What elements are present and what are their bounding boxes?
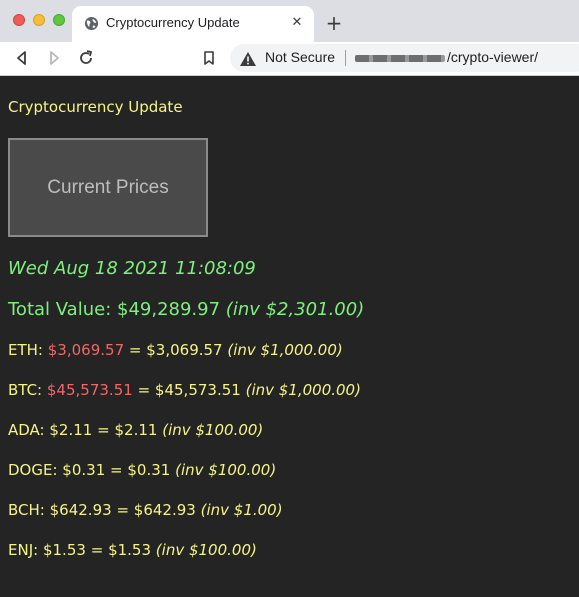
coin-row: ADA: $2.11 = $2.11 (inv $100.00): [8, 421, 263, 439]
coin-symbol: ETH:: [8, 341, 43, 359]
coin-invested: (inv $100.00): [155, 541, 257, 559]
coin-equals: =: [97, 421, 110, 439]
total-value: Total Value: $49,289.97 (inv $2,301.00): [8, 299, 364, 320]
coin-value: $642.93: [133, 501, 196, 519]
browser-tab-bar: Cryptocurrency Update ✕ +: [0, 0, 579, 42]
coin-symbol: ENJ:: [8, 541, 39, 559]
url-path: /crypto-viewer/: [447, 49, 539, 65]
coin-invested: (inv $1.00): [200, 501, 283, 519]
page-title: Cryptocurrency Update: [8, 98, 183, 116]
back-icon[interactable]: [12, 48, 32, 68]
coin-price: $642.93: [49, 501, 112, 519]
window-close-button[interactable]: [13, 14, 25, 26]
bookmark-icon[interactable]: [199, 48, 219, 68]
tab-title: Cryptocurrency Update: [106, 15, 240, 30]
coin-value: $45,573.51: [154, 381, 241, 399]
coin-equals: =: [110, 461, 123, 479]
coin-row: BCH: $642.93 = $642.93 (inv $1.00): [8, 501, 283, 519]
redacted-host: [355, 55, 445, 62]
browser-tab[interactable]: Cryptocurrency Update ✕: [72, 6, 314, 42]
window-zoom-button[interactable]: [53, 14, 65, 26]
coin-symbol: ADA:: [8, 421, 45, 439]
coin-equals: =: [128, 341, 142, 359]
coin-symbol: DOGE:: [8, 461, 58, 479]
globe-icon: [84, 16, 99, 31]
close-icon[interactable]: ✕: [288, 14, 306, 32]
total-amount: $49,289.97: [117, 299, 221, 320]
current-prices-button[interactable]: Current Prices: [8, 138, 208, 237]
page-content: Cryptocurrency Update Current Prices Wed…: [0, 76, 579, 597]
coin-equals: =: [90, 541, 104, 559]
coin-row: DOGE: $0.31 = $0.31 (inv $100.00): [8, 461, 276, 479]
security-indicator[interactable]: Not Secure: [265, 49, 335, 65]
coin-value: $1.53: [108, 541, 152, 559]
coin-price: $1.53: [42, 541, 86, 559]
plus-icon[interactable]: +: [322, 12, 346, 36]
update-timestamp: Wed Aug 18 2021 11:08:09: [8, 258, 256, 279]
coin-price: $45,573.51: [46, 381, 133, 399]
coin-price: $0.31: [62, 461, 106, 479]
coin-price: $2.11: [49, 421, 93, 439]
coin-invested: (inv $100.00): [162, 421, 264, 439]
total-label: Total Value:: [8, 299, 112, 320]
coin-equals: =: [137, 381, 151, 399]
coin-symbol: BTC:: [8, 381, 43, 399]
coin-symbol: BCH:: [8, 501, 45, 519]
coin-invested: (inv $100.00): [175, 461, 277, 479]
coin-row: ENJ: $1.53 = $1.53 (inv $100.00): [8, 541, 257, 559]
reload-icon[interactable]: [76, 48, 96, 68]
forward-icon[interactable]: [44, 48, 64, 68]
coin-value: $3,069.57: [146, 341, 223, 359]
browser-toolbar: Not Secure /crypto-viewer/: [0, 42, 579, 76]
coin-row: ETH: $3,069.57 = $3,069.57 (inv $1,000.0…: [8, 341, 343, 359]
total-invested: (inv $2,301.00): [225, 299, 365, 320]
address-separator: [345, 50, 346, 66]
coin-invested: (inv $1,000.00): [227, 341, 343, 359]
coin-price: $3,069.57: [47, 341, 125, 359]
coin-value: $2.11: [114, 421, 158, 439]
coin-equals: =: [116, 501, 130, 519]
window-minimize-button[interactable]: [33, 14, 45, 26]
address-bar[interactable]: Not Secure /crypto-viewer/: [230, 44, 579, 72]
warning-icon: [240, 51, 256, 66]
coin-row: BTC: $45,573.51 = $45,573.51 (inv $1,000…: [8, 381, 361, 399]
coin-invested: (inv $1,000.00): [245, 381, 361, 399]
coin-value: $0.31: [127, 461, 171, 479]
